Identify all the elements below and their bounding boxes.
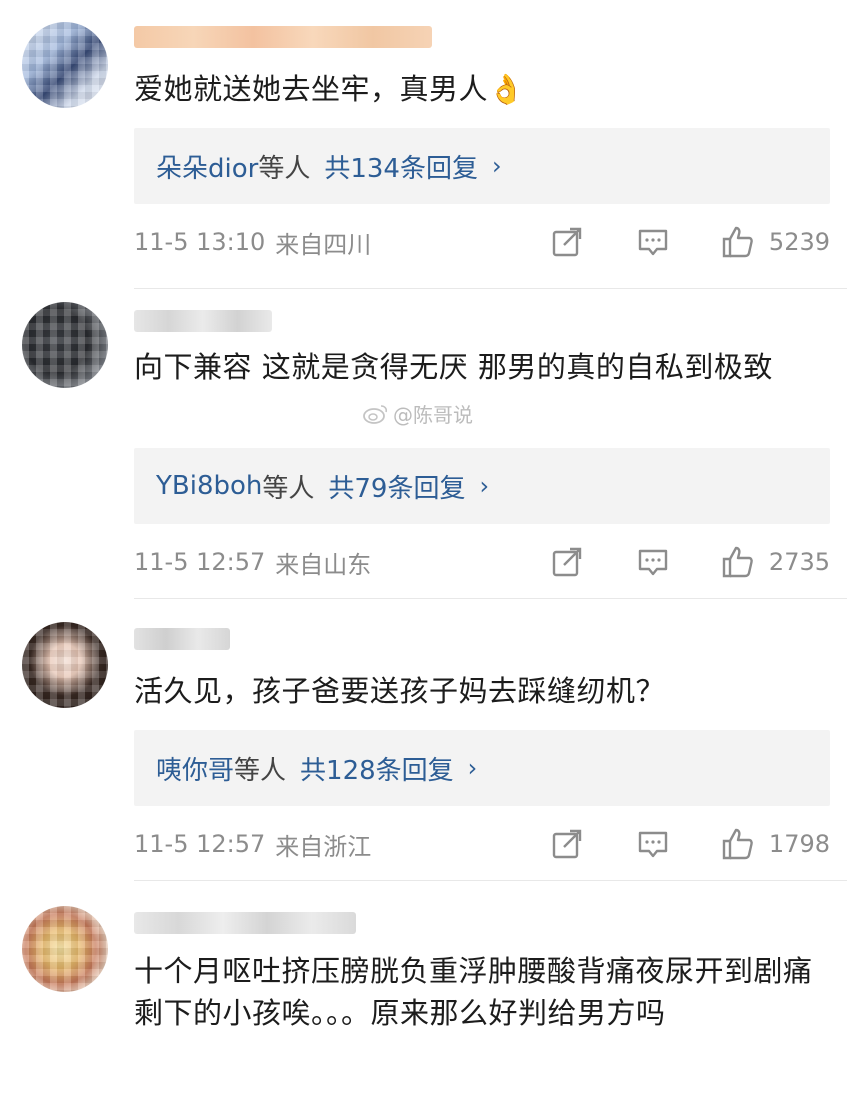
avatar[interactable] [22, 302, 108, 388]
comment-text: 十个月呕吐挤压膀胱负重浮肿腰酸背痛夜尿开到剧痛剩下的小孩唉。。。原来那么好判给男… [134, 954, 813, 1030]
like-button[interactable]: 2735 [721, 545, 830, 579]
share-icon [552, 227, 582, 257]
comment-button[interactable] [637, 226, 669, 258]
watermark: @陈哥说 [363, 399, 473, 428]
like-button[interactable]: 5239 [721, 225, 830, 259]
like-count: 2735 [768, 548, 830, 576]
reply-names[interactable]: YBi8boh [156, 471, 262, 501]
comment-icon [638, 229, 668, 256]
avatar[interactable] [22, 22, 108, 108]
username-blurred[interactable] [134, 26, 432, 48]
reply-count[interactable]: 共134条回复 [324, 148, 478, 185]
watermark-text: @陈哥说 [393, 403, 473, 427]
action-bar: 5239 [551, 225, 830, 259]
username-blurred[interactable] [134, 628, 230, 650]
avatar[interactable] [22, 622, 108, 708]
like-count: 1798 [768, 830, 830, 858]
comment-button[interactable] [637, 828, 669, 860]
comment-button[interactable] [637, 546, 669, 578]
reply-summary-button[interactable]: 朵朵dior 等人 共134条回复 › [134, 128, 830, 204]
comment-icon [638, 549, 668, 576]
location: 来自四川 [275, 230, 372, 259]
location: 来自山东 [275, 550, 372, 579]
timestamp: 11-5 12:57 [134, 830, 266, 858]
divider [134, 288, 847, 289]
avatar[interactable] [22, 906, 108, 992]
weibo-logo-icon [363, 404, 388, 424]
username-blurred[interactable] [134, 912, 356, 934]
thumbs-up-icon [722, 828, 753, 860]
timestamp: 11-5 12:57 [134, 548, 266, 576]
comment-meta: 11-5 12:57 来自浙江 1798 [134, 824, 830, 864]
comment-meta: 11-5 13:10 来自四川 5239 [134, 222, 830, 262]
reply-names[interactable]: 咦你哥 [156, 750, 234, 787]
chevron-right-icon: › [479, 472, 490, 500]
action-bar: 1798 [551, 827, 830, 861]
divider [134, 880, 847, 881]
location: 来自浙江 [275, 832, 372, 861]
reply-count[interactable]: 共128条回复 [300, 750, 454, 787]
comment-text: 活久见，孩子爸要送孩子妈去踩缝纫机？ [134, 674, 666, 708]
thumbs-up-icon [722, 226, 753, 258]
reply-summary-button[interactable]: YBi8boh 等人 共79条回复 › [134, 448, 830, 524]
comment-text: 向下兼容 这就是贪得无厌 那男的真的自私到极致 [134, 350, 773, 384]
comment-text: 爱她就送她去坐牢，真男人👌 [134, 72, 525, 106]
chevron-right-icon: › [467, 754, 478, 782]
share-button[interactable] [551, 828, 583, 860]
action-bar: 2735 [551, 545, 830, 579]
reply-etc: 等人 [262, 473, 315, 504]
share-button[interactable] [551, 546, 583, 578]
like-count: 5239 [768, 228, 830, 256]
comment-icon [638, 831, 668, 858]
divider [134, 598, 847, 599]
share-icon [552, 547, 582, 577]
comment-meta: 11-5 12:57 来自山东 2735 [134, 542, 830, 582]
like-button[interactable]: 1798 [721, 827, 830, 861]
thumbs-up-icon [722, 546, 753, 578]
reply-etc: 等人 [234, 755, 287, 786]
share-button[interactable] [551, 226, 583, 258]
timestamp: 11-5 13:10 [134, 228, 266, 256]
share-icon [552, 829, 582, 859]
username-blurred[interactable] [134, 310, 272, 332]
reply-count[interactable]: 共79条回复 [328, 468, 465, 505]
reply-etc: 等人 [258, 153, 311, 184]
reply-summary-button[interactable]: 咦你哥 等人 共128条回复 › [134, 730, 830, 806]
chevron-right-icon: › [491, 152, 502, 180]
reply-names[interactable]: 朵朵dior [156, 148, 258, 185]
